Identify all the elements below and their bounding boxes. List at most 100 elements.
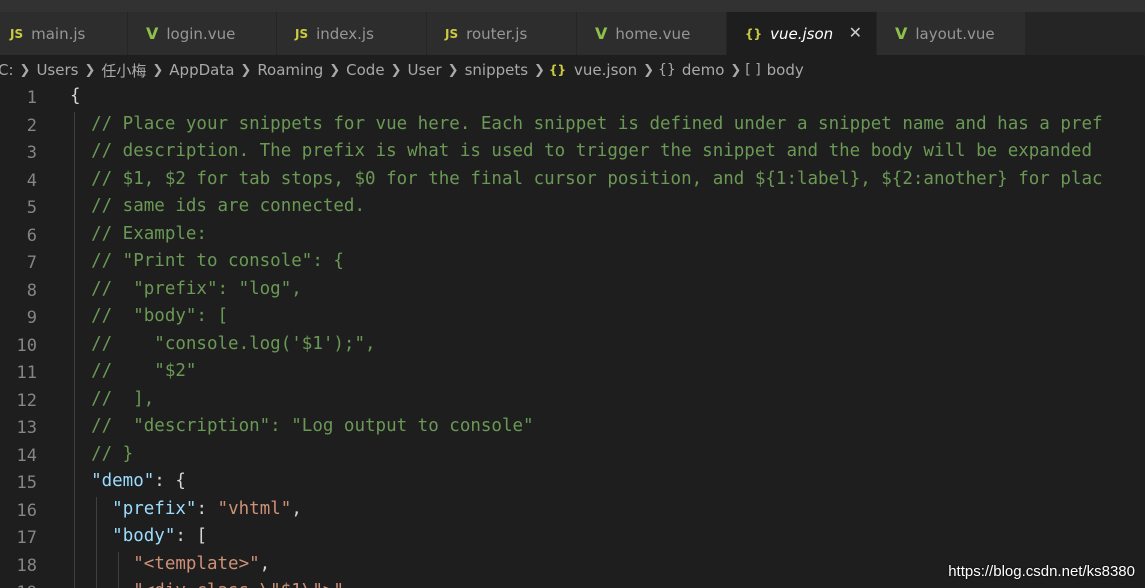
code-line: 17 "body": [	[0, 524, 1145, 552]
breadcrumb-item[interactable]: Users	[36, 61, 78, 79]
js-file-icon: JS	[295, 26, 309, 41]
tab-main-js[interactable]: JS main.js	[0, 12, 128, 55]
code-line: 16 "prefix": "vhtml",	[0, 497, 1145, 525]
code-line: 6 // Example:	[0, 222, 1145, 250]
code-text: "<div class=\"$1\">",	[70, 581, 354, 588]
code-line: 9 // "body": [	[0, 304, 1145, 332]
line-number: 11	[16, 363, 37, 383]
code-text: // "description": "Log output to console…	[70, 416, 534, 436]
code-text: // "console.log('$1');",	[70, 333, 376, 354]
line-number: 8	[26, 280, 37, 301]
line-number: 4	[26, 170, 37, 191]
breadcrumb: C: ❯ Users ❯ 任小梅 ❯ AppData ❯ Roaming ❯ C…	[0, 55, 1145, 85]
line-number: 1	[26, 88, 37, 108]
chevron-right-icon: ❯	[643, 62, 654, 78]
code-text: "<template>",	[133, 553, 271, 574]
chevron-right-icon: ❯	[447, 62, 459, 78]
code-line: 2 // Place your snippets for vue here. E…	[0, 112, 1145, 140]
breadcrumb-item[interactable]: Code	[346, 61, 384, 79]
code-line: 19 "<div class=\"$1\">",	[0, 579, 1145, 588]
chevron-right-icon: ❯	[329, 62, 341, 78]
code-text: // "prefix": "log",	[70, 278, 302, 299]
code-line: 1{	[0, 84, 1145, 112]
breadcrumb-item[interactable]: snippets	[465, 61, 528, 79]
code-text: // ],	[70, 388, 155, 409]
chevron-right-icon: ❯	[534, 62, 545, 78]
tab-index-js[interactable]: JS index.js	[277, 12, 427, 55]
code-line: 3 // description. The prefix is what is …	[0, 139, 1145, 167]
json-file-icon: {}	[745, 26, 763, 41]
line-number: 14	[16, 445, 37, 466]
code-text: // "Print to console": {	[70, 251, 344, 271]
code-text: // }	[70, 443, 134, 464]
breadcrumb-item[interactable]: C:	[0, 61, 14, 79]
line-number: 15	[16, 473, 37, 493]
line-number: 12	[16, 390, 37, 411]
code-text: // "body": [	[70, 306, 229, 326]
tab-vue-json[interactable]: {} vue.json ✕	[727, 12, 877, 55]
chevron-right-icon: ❯	[390, 62, 402, 78]
chevron-right-icon: ❯	[152, 62, 164, 78]
indent-guide	[118, 551, 119, 588]
code-text: "prefix": "vhtml",	[112, 498, 302, 519]
tab-login-vue[interactable]: V login.vue	[128, 12, 277, 55]
tab-home-vue[interactable]: V home.vue	[577, 12, 727, 55]
code-line: 4 // $1, $2 for tab stops, $0 for the fi…	[0, 167, 1145, 195]
code-text: // "$2"	[70, 361, 197, 381]
code-line: 14 // }	[0, 442, 1145, 470]
json-file-icon: {}	[548, 63, 567, 77]
vue-file-icon: V	[895, 24, 908, 43]
breadcrumb-item[interactable]: vue.json	[574, 61, 637, 79]
editor-tab-bar: JS main.js V login.vue JS index.js JS ro…	[0, 12, 1145, 55]
line-number: 6	[26, 225, 37, 246]
line-number: 13	[16, 418, 37, 438]
code-text: "body": [	[112, 526, 207, 546]
breadcrumb-item[interactable]: AppData	[169, 61, 234, 79]
tab-layout-vue[interactable]: V layout.vue	[877, 12, 1026, 55]
vue-file-icon: V	[146, 24, 159, 43]
breadcrumb-item[interactable]: demo	[682, 61, 725, 79]
line-number: 2	[26, 115, 37, 136]
code-text: // description. The prefix is what is us…	[70, 141, 1092, 161]
indent-guide	[96, 496, 97, 588]
breadcrumb-item[interactable]: body	[767, 61, 804, 79]
line-number: 5	[26, 198, 37, 218]
code-text: // $1, $2 for tab stops, $0 for the fina…	[70, 168, 1103, 189]
code-text: // Place your snippets for vue here. Eac…	[70, 113, 1103, 134]
code-line: 10 // "console.log('$1');",	[0, 332, 1145, 360]
code-text: "demo": {	[91, 471, 186, 491]
tab-router-js[interactable]: JS router.js	[427, 12, 577, 55]
line-number: 7	[26, 253, 37, 273]
chevron-right-icon: ❯	[84, 62, 96, 78]
indent-guide	[74, 111, 75, 588]
tab-label: index.js	[316, 24, 374, 43]
line-number: 3	[26, 143, 37, 163]
chevron-right-icon: ❯	[240, 62, 252, 78]
code-text: // same ids are connected.	[70, 196, 366, 216]
line-number: 17	[16, 528, 37, 548]
code-editor[interactable]: 1{2 // Place your snippets for vue here.…	[0, 84, 1145, 588]
tab-label: home.vue	[615, 24, 691, 43]
code-line: 11 // "$2"	[0, 359, 1145, 387]
code-text: {	[70, 86, 81, 106]
breadcrumb-item[interactable]: User	[407, 61, 441, 79]
close-icon[interactable]: ✕	[849, 23, 862, 42]
chevron-right-icon: ❯	[19, 62, 31, 78]
js-file-icon: JS	[10, 26, 24, 41]
array-icon: [ ]	[745, 62, 761, 78]
tab-label: router.js	[466, 24, 528, 43]
line-number: 9	[26, 308, 37, 328]
code-line: 8 // "prefix": "log",	[0, 277, 1145, 305]
object-icon: {}	[658, 62, 676, 78]
tab-label: main.js	[31, 24, 86, 43]
title-bar	[0, 0, 1145, 12]
code-line: 12 // ],	[0, 387, 1145, 415]
code-line: 7 // "Print to console": {	[0, 249, 1145, 277]
code-line: 15 "demo": {	[0, 469, 1145, 497]
tab-label: vue.json	[770, 24, 834, 43]
tab-label: layout.vue	[915, 24, 995, 43]
code-text: // Example:	[70, 223, 207, 244]
tab-label: login.vue	[166, 24, 236, 43]
breadcrumb-item[interactable]: 任小梅	[101, 60, 146, 81]
breadcrumb-item[interactable]: Roaming	[257, 61, 323, 79]
